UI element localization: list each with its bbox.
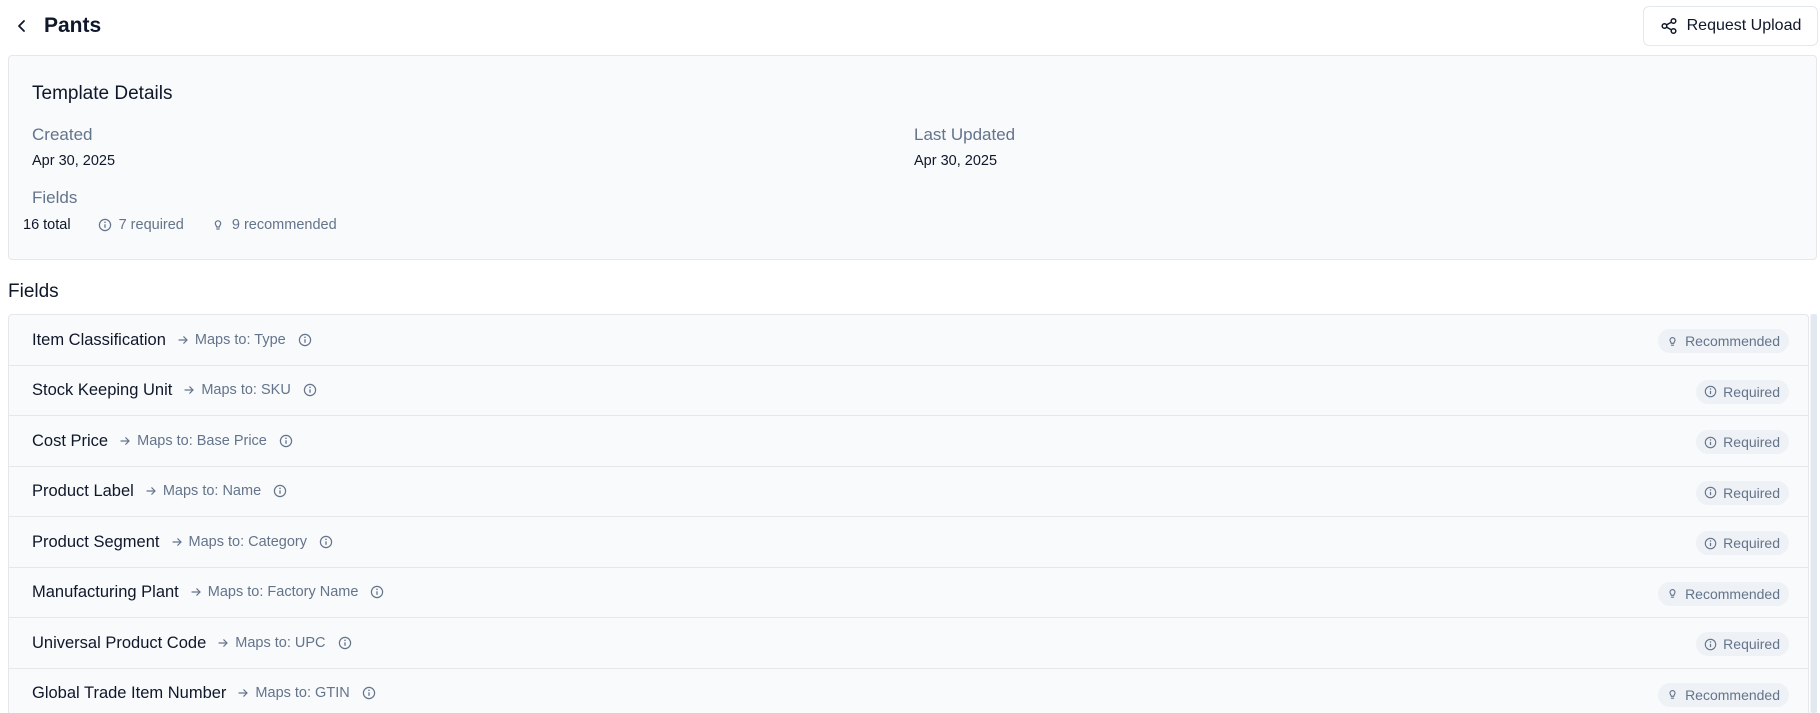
share-icon — [1661, 17, 1677, 35]
field-status-badge: Recommended — [1658, 581, 1789, 606]
back-button[interactable] — [10, 12, 34, 40]
badge-label: Required — [1723, 636, 1780, 652]
info-icon — [279, 434, 293, 448]
field-row: Item Classification Maps to: Type Recommen… — [9, 315, 1808, 366]
arrow-right-icon — [237, 687, 249, 699]
fields-required-stat: 7 required — [98, 215, 184, 235]
fields-summary: 16 total 7 required 9 recommended — [23, 215, 364, 235]
info-icon — [1704, 486, 1717, 499]
field-info-button[interactable] — [273, 484, 287, 498]
field-mapping: Maps to: Type — [194, 331, 286, 348]
info-icon — [370, 585, 384, 599]
lightbulb-icon — [214, 220, 222, 230]
field-row: Global Trade Item Number Maps to: GTIN Rec… — [9, 669, 1808, 713]
field-row: Manufacturing Plant Maps to: Factory Name… — [9, 568, 1808, 618]
field-status-badge: Required — [1696, 430, 1789, 454]
field-info-button[interactable] — [298, 333, 312, 347]
arrow-right-icon — [177, 334, 189, 346]
created-value: Apr 30, 2025 — [32, 153, 116, 169]
fields-section-title: Fields — [8, 281, 59, 302]
info-icon — [362, 686, 376, 700]
field-name: Manufacturing Plant — [32, 583, 179, 602]
field-mapping: Maps to: Name — [162, 483, 262, 500]
info-icon — [303, 383, 317, 397]
field-info-button[interactable] — [319, 535, 333, 549]
page-title: Pants — [44, 14, 102, 37]
arrow-right-icon — [217, 637, 229, 649]
fields-recommended-count: 9 recommended — [231, 217, 337, 233]
field-name: Product Label — [32, 482, 134, 501]
field-name: Product Segment — [32, 532, 160, 551]
field-name: Universal Product Code — [32, 633, 207, 652]
field-name: Item Classification — [32, 330, 166, 349]
field-info-button[interactable] — [338, 636, 352, 650]
lightbulb-icon — [1666, 587, 1679, 600]
field-status-badge: Required — [1696, 531, 1789, 555]
field-info-button[interactable] — [279, 434, 293, 448]
fields-total: 16 total — [23, 217, 71, 233]
field-row: Product Label Maps to: Name Required — [9, 467, 1808, 517]
info-icon — [98, 218, 111, 232]
badge-label: Recommended — [1685, 686, 1780, 703]
fields-recommended-stat: 9 recommended — [211, 215, 337, 235]
field-status-badge: Recommended — [1658, 329, 1789, 353]
field-mapping: Maps to: Category — [188, 533, 307, 550]
scrollbar-thumb[interactable] — [1811, 314, 1817, 713]
last-updated-label: Last Updated — [914, 125, 1016, 144]
field-status-badge: Required — [1696, 379, 1789, 404]
badge-label: Required — [1723, 535, 1780, 551]
arrow-right-icon — [171, 536, 183, 548]
chevron-left-icon — [18, 20, 25, 32]
field-mapping: Maps to: SKU — [201, 382, 291, 399]
field-mapping: Maps to: GTIN — [255, 685, 350, 702]
field-row: Universal Product Code Maps to: UPC Requir… — [9, 618, 1808, 669]
created-label: Created — [32, 125, 93, 144]
template-details-title: Template Details — [32, 83, 173, 104]
badge-label: Recommended — [1685, 585, 1780, 602]
badge-label: Required — [1723, 383, 1780, 400]
info-icon — [298, 333, 312, 347]
fields-required-count: 7 required — [118, 217, 184, 233]
request-upload-button[interactable]: Request Upload — [1643, 6, 1818, 46]
field-info-button[interactable] — [303, 383, 317, 397]
top-bar: Pants Request Upload — [0, 0, 1820, 52]
field-row: Product Segment Maps to: Category Required — [9, 517, 1808, 568]
field-name: Stock Keeping Unit — [32, 381, 173, 400]
arrow-right-icon — [119, 435, 131, 447]
field-status-badge: Required — [1696, 480, 1789, 505]
arrow-right-icon — [190, 586, 202, 598]
info-icon — [1704, 638, 1717, 651]
field-status-badge: Recommended — [1658, 682, 1789, 707]
field-name: Global Trade Item Number — [32, 684, 227, 703]
info-icon — [1704, 385, 1717, 398]
field-mapping: Maps to: UPC — [235, 634, 326, 651]
field-info-button[interactable] — [362, 686, 376, 700]
field-row: Stock Keeping Unit Maps to: SKU Required — [9, 366, 1808, 416]
field-mapping: Maps to: Factory Name — [207, 584, 359, 601]
request-upload-label: Request Upload — [1686, 17, 1802, 34]
info-icon — [273, 484, 287, 498]
arrow-right-icon — [145, 485, 157, 497]
lightbulb-icon — [1666, 335, 1679, 348]
badge-label: Required — [1723, 434, 1780, 450]
badge-label: Required — [1723, 484, 1780, 501]
info-icon — [1704, 537, 1717, 550]
field-name: Cost Price — [32, 431, 109, 450]
lightbulb-icon — [1666, 688, 1679, 701]
field-row: Cost Price Maps to: Base Price Required — [9, 416, 1808, 467]
fields-list-scrollbar[interactable] — [1810, 314, 1817, 713]
fields-label: Fields — [32, 188, 78, 207]
field-status-badge: Required — [1696, 632, 1789, 656]
fields-list: Item Classification Maps to: Type Recommen… — [8, 314, 1809, 713]
info-icon — [1704, 436, 1717, 449]
field-info-button[interactable] — [370, 585, 384, 599]
arrow-right-icon — [183, 384, 195, 396]
info-icon — [319, 535, 333, 549]
info-icon — [338, 636, 352, 650]
field-mapping: Maps to: Base Price — [137, 432, 267, 449]
badge-label: Recommended — [1685, 333, 1780, 349]
last-updated-value: Apr 30, 2025 — [914, 153, 998, 169]
